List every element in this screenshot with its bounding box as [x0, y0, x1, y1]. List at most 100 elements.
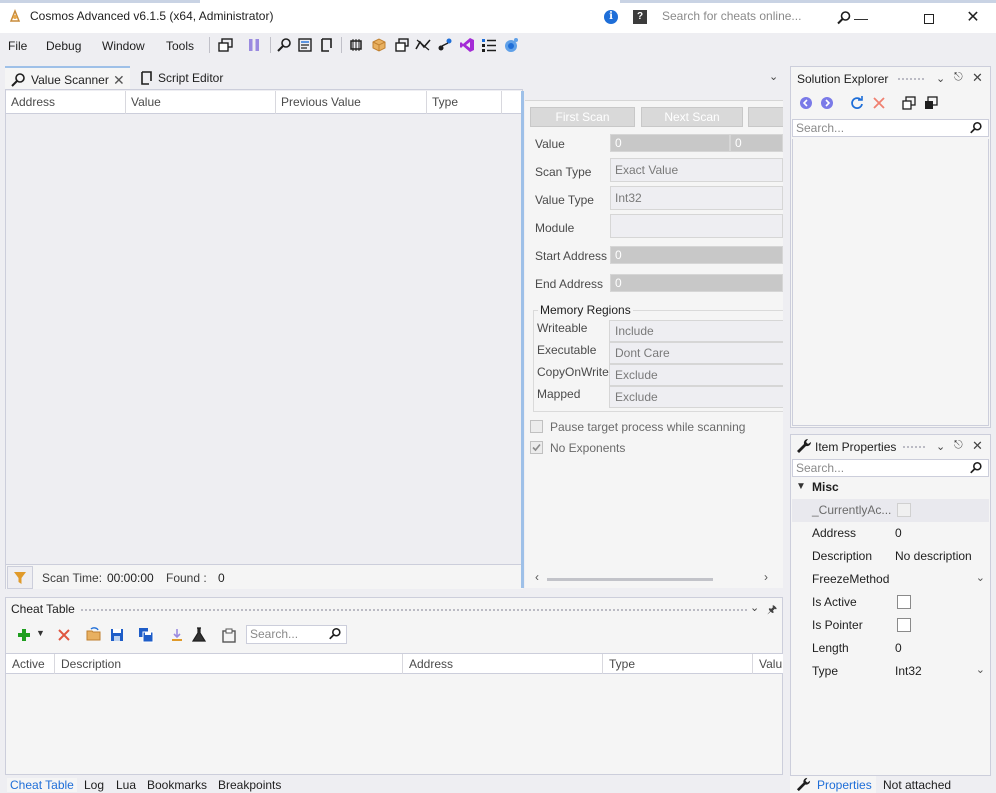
- scanner-icon[interactable]: [276, 37, 292, 53]
- minimize-button[interactable]: —: [838, 3, 884, 33]
- script-editor-icon[interactable]: [318, 37, 334, 53]
- pin-icon[interactable]: ⎋: [954, 439, 963, 452]
- tab-breakpoints[interactable]: Breakpoints: [218, 778, 281, 792]
- properties-search-input[interactable]: Search...: [792, 459, 989, 477]
- end-address-input[interactable]: 0: [610, 274, 783, 292]
- clipboard-icon[interactable]: [221, 627, 237, 643]
- col-value[interactable]: Valu: [753, 654, 783, 674]
- back-icon[interactable]: [799, 96, 813, 110]
- property-row[interactable]: Is Active: [792, 591, 989, 614]
- module-select[interactable]: [610, 214, 783, 238]
- filter-button[interactable]: [7, 566, 33, 589]
- property-row[interactable]: Address 0: [792, 522, 989, 545]
- info-icon[interactable]: i: [604, 10, 618, 24]
- forward-icon[interactable]: [820, 96, 834, 110]
- chevron-down-icon[interactable]: ⌄: [976, 663, 985, 676]
- attach-process-icon[interactable]: [218, 37, 234, 53]
- add-dropdown-icon[interactable]: ▼: [36, 628, 45, 638]
- start-address-input[interactable]: 0: [610, 246, 783, 264]
- col-address[interactable]: Address: [403, 654, 603, 674]
- panel-splitter[interactable]: [521, 91, 524, 588]
- export-icon[interactable]: [169, 627, 185, 643]
- property-row[interactable]: _CurrentlyAc...: [792, 499, 989, 522]
- menu-file[interactable]: File: [8, 39, 27, 53]
- col-description[interactable]: Description: [55, 654, 403, 674]
- property-row[interactable]: Is Pointer: [792, 614, 989, 637]
- scroll-thumb[interactable]: [547, 578, 713, 581]
- col-active[interactable]: Active: [6, 654, 55, 674]
- delete-icon[interactable]: [872, 96, 886, 110]
- col-type[interactable]: Type: [603, 654, 753, 674]
- tab-bookmarks[interactable]: Bookmarks: [147, 778, 207, 792]
- pin-icon[interactable]: ⎋: [954, 71, 963, 84]
- tab-properties[interactable]: Properties: [790, 776, 876, 793]
- open-folder-icon[interactable]: [86, 627, 102, 643]
- solution-search-icon[interactable]: [969, 121, 983, 135]
- col-type[interactable]: Type: [427, 91, 502, 114]
- cheat-search-icon[interactable]: [328, 627, 342, 641]
- delete-icon[interactable]: [56, 627, 72, 643]
- mapped-select[interactable]: Exclude: [609, 386, 783, 408]
- undo-scan-button[interactable]: [748, 107, 783, 127]
- value-type-select[interactable]: Int32: [610, 186, 783, 210]
- horizontal-scrollbar[interactable]: ‹ ›: [535, 570, 775, 585]
- col-value[interactable]: Value: [126, 91, 276, 114]
- property-row[interactable]: FreezeMethod ⌄: [792, 568, 989, 591]
- pause-target-checkbox[interactable]: [530, 420, 543, 433]
- writeable-select[interactable]: Include: [609, 320, 783, 342]
- menu-debug[interactable]: Debug: [46, 39, 81, 53]
- tab-log[interactable]: Log: [84, 778, 104, 792]
- tab-lua[interactable]: Lua: [116, 778, 136, 792]
- maximize-button[interactable]: [906, 3, 952, 33]
- close-pane-icon[interactable]: ✕: [972, 70, 983, 86]
- add-icon[interactable]: [16, 627, 32, 643]
- menu-window[interactable]: Window: [102, 39, 145, 53]
- next-scan-button[interactable]: Next Scan: [641, 107, 743, 127]
- executable-select[interactable]: Dont Care: [609, 342, 783, 364]
- property-row[interactable]: Type Int32 ⌄: [792, 660, 989, 683]
- chevron-down-icon[interactable]: ⌄: [976, 571, 985, 584]
- save-all-icon[interactable]: [138, 627, 154, 643]
- graph-icon[interactable]: [415, 37, 431, 53]
- show-all-icon[interactable]: [924, 96, 938, 110]
- property-value[interactable]: 0: [895, 641, 902, 655]
- scan-type-select[interactable]: Exact Value: [610, 158, 783, 182]
- save-icon[interactable]: [109, 627, 125, 643]
- scroll-right-icon[interactable]: ›: [764, 570, 768, 584]
- flask-icon[interactable]: [191, 627, 207, 643]
- pause-icon[interactable]: [246, 37, 262, 53]
- memory-viewer-icon[interactable]: [297, 37, 313, 53]
- property-checkbox[interactable]: [897, 618, 911, 632]
- first-scan-button[interactable]: First Scan: [530, 107, 635, 127]
- pane-menu-icon[interactable]: ⌄: [936, 72, 945, 85]
- help-icon[interactable]: ?: [633, 10, 647, 24]
- tab-dropdown-icon[interactable]: ⌄: [769, 70, 778, 83]
- solution-tree[interactable]: [792, 139, 989, 426]
- property-row[interactable]: Description No description: [792, 545, 989, 568]
- col-previous-value[interactable]: Previous Value: [276, 91, 427, 114]
- no-exponents-checkbox[interactable]: [530, 441, 543, 454]
- solution-search-input[interactable]: Search...: [792, 119, 989, 137]
- property-value[interactable]: Int32: [895, 664, 922, 678]
- category-misc[interactable]: Misc: [812, 480, 839, 494]
- property-value[interactable]: No description: [895, 549, 972, 563]
- collapse-all-icon[interactable]: [902, 96, 916, 110]
- visual-studio-icon[interactable]: [459, 37, 475, 53]
- col-address[interactable]: Address: [6, 91, 126, 114]
- refresh-icon[interactable]: [850, 96, 864, 110]
- network-icon[interactable]: [503, 37, 519, 53]
- list-icon[interactable]: [481, 37, 497, 53]
- close-button[interactable]: ✕: [950, 3, 996, 33]
- value-from-input[interactable]: 0: [610, 134, 730, 152]
- collapse-category-icon[interactable]: ▼: [796, 481, 806, 492]
- pane-menu-icon[interactable]: ⌄: [936, 440, 945, 453]
- copyonwrite-select[interactable]: Exclude: [609, 364, 783, 386]
- tab-value-scanner[interactable]: Value Scanner ✕: [5, 66, 130, 90]
- menu-tools[interactable]: Tools: [166, 39, 194, 53]
- property-checkbox[interactable]: [897, 595, 911, 609]
- properties-search-icon[interactable]: [969, 461, 983, 475]
- tab-script-editor[interactable]: Script Editor: [134, 66, 244, 90]
- tab-cheat-table[interactable]: Cheat Table: [7, 778, 77, 792]
- property-row[interactable]: Length 0: [792, 637, 989, 660]
- scroll-left-icon[interactable]: ‹: [535, 570, 539, 584]
